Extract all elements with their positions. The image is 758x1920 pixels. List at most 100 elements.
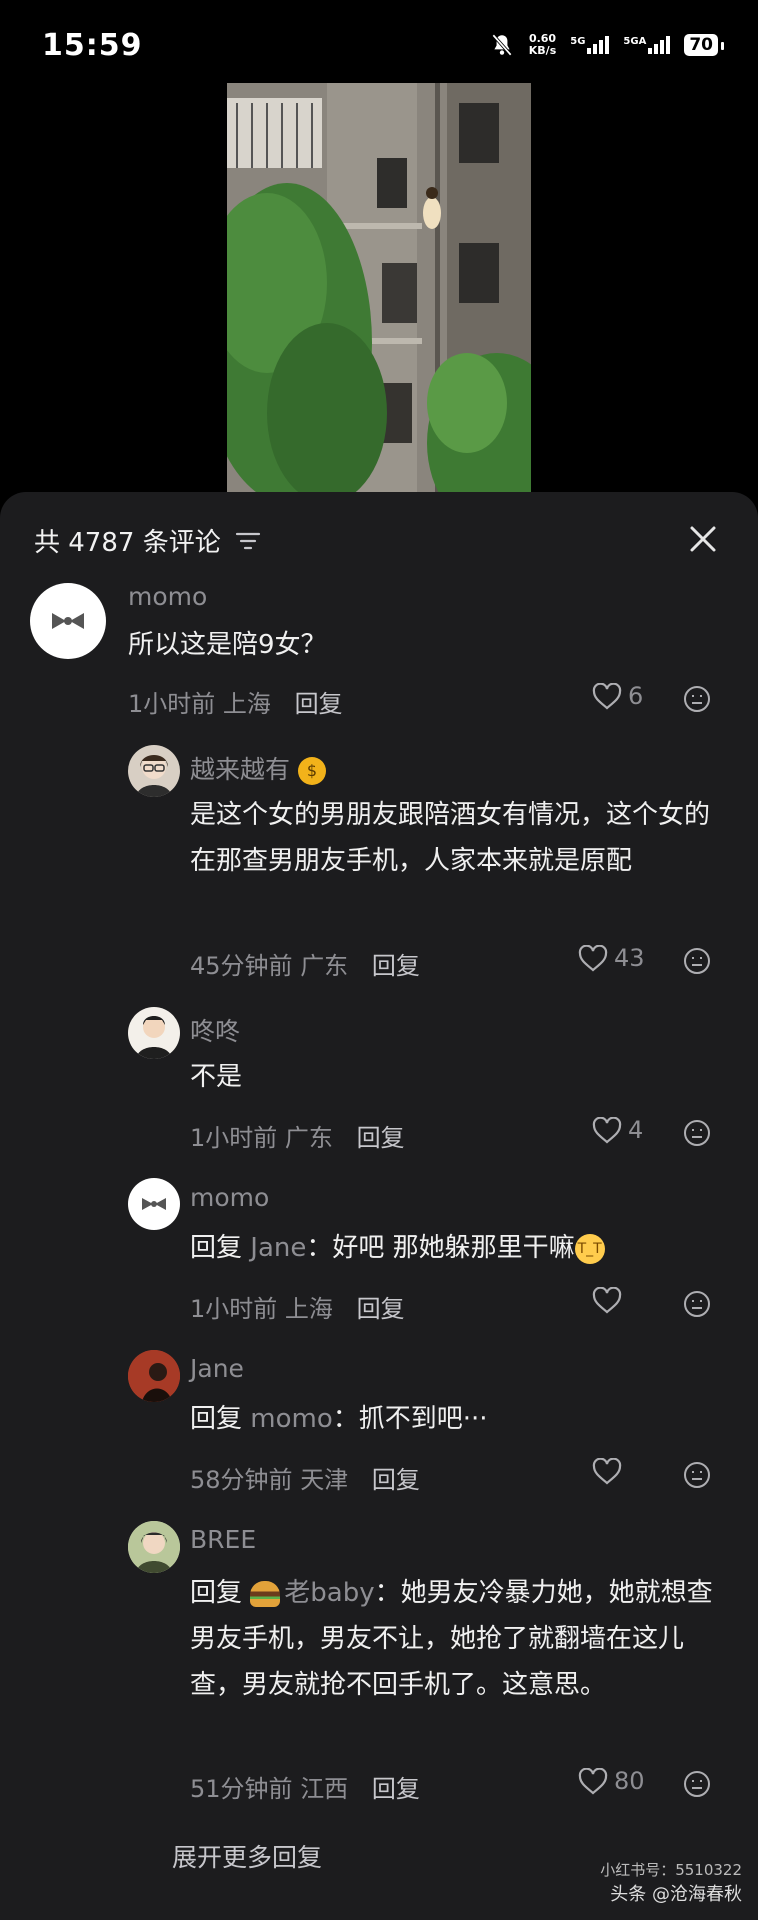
comment-location: 广东 [284, 1124, 333, 1152]
reply-prefix: 回复 [190, 1578, 243, 1608]
reply-button[interactable]: 回复 [372, 1775, 420, 1803]
user-photo-icon [136, 1016, 172, 1059]
reply-button[interactable]: 回复 [295, 690, 343, 718]
reply-button[interactable]: 回复 [372, 952, 420, 980]
heart-icon [592, 682, 622, 709]
comment-location: 江西 [300, 1775, 349, 1803]
comment-username[interactable]: Jane [190, 1354, 244, 1383]
signal-bars-icon [648, 36, 671, 54]
reply-target-user[interactable]: 老baby [284, 1578, 374, 1608]
bow-tie-icon [52, 613, 84, 629]
like-button[interactable] [592, 1287, 622, 1314]
signal-bars-icon [587, 36, 610, 54]
network-speed: 0.60 KB/s [529, 33, 556, 57]
heart-icon [592, 1116, 622, 1143]
dislike-face-icon[interactable] [682, 1460, 712, 1490]
comment-time: 1小时前 [128, 690, 216, 718]
like-button[interactable] [592, 1458, 622, 1485]
reply-button[interactable]: 回复 [372, 1466, 420, 1494]
heart-icon [578, 944, 608, 971]
comment-meta: 51分钟前 江西 回复 [190, 1769, 420, 1804]
reply-target-user[interactable]: Jane [250, 1233, 306, 1263]
comment-time: 51分钟前 [190, 1775, 293, 1803]
watermark: 小红书号：5510322 头条 @沧海春秋 [600, 1859, 742, 1906]
avatar[interactable] [128, 1521, 180, 1573]
status-time: 15:59 [42, 28, 143, 63]
comment-username[interactable]: BREE [190, 1525, 256, 1554]
burger-icon [250, 1580, 281, 1607]
avatar[interactable] [30, 583, 106, 659]
comment-text: 回复 老baby：她男友冷暴力她，她就想查男友手机，男友不让，她抢了就翻墙在这儿… [190, 1578, 713, 1700]
network-speed-unit: KB/s [528, 44, 557, 57]
sim2-label: 5GA [623, 36, 647, 47]
expand-more-replies-button[interactable]: 展开更多回复 [172, 1838, 322, 1874]
dislike-face-icon[interactable] [682, 1769, 712, 1799]
comment-body: 好吧 那她躲那里干嘛 [332, 1233, 575, 1263]
user-photo-icon [136, 755, 172, 797]
like-button[interactable]: 43 [578, 944, 645, 972]
comment-time: 58分钟前 [190, 1466, 293, 1494]
comment-text: 回复 Jane：好吧 那她躲那里干嘛 T_T [190, 1225, 730, 1271]
comment-count-title: 共 4787 条评论 [34, 528, 221, 558]
watermark-line2: 头条 @沧海春秋 [610, 1884, 742, 1905]
comment-meta: 1小时前 广东 回复 [190, 1118, 405, 1153]
signal-sim1: 5G [570, 36, 610, 54]
reply-button[interactable]: 回复 [357, 1124, 405, 1152]
close-icon[interactable] [688, 524, 718, 554]
reply-button[interactable]: 回复 [357, 1295, 405, 1323]
avatar[interactable] [128, 745, 180, 797]
status-icons: 0.60 KB/s 5G 5GA 70 [489, 32, 724, 58]
comment-username[interactable]: 越来越有 $ [190, 750, 326, 786]
dislike-face-icon[interactable] [682, 1118, 712, 1148]
user-photo-icon [128, 1350, 180, 1402]
dislike-face-icon[interactable] [682, 684, 712, 714]
comment-location: 广东 [300, 952, 349, 980]
comment-location: 上海 [284, 1295, 333, 1323]
comment-username[interactable]: 咚咚 [190, 1012, 240, 1048]
reply-target-user[interactable]: momo [250, 1404, 332, 1434]
comment-time: 1小时前 [190, 1124, 278, 1152]
video-player[interactable] [227, 83, 531, 493]
battery-icon: 70 [684, 34, 724, 56]
avatar[interactable] [128, 1178, 180, 1230]
mute-bell-icon [491, 34, 512, 56]
comment-time: 45分钟前 [190, 952, 293, 980]
reply-prefix: 回复 [190, 1233, 243, 1263]
comment-meta: 1小时前 上海 回复 [190, 1289, 405, 1324]
watermark-line1: 小红书号：5510322 [600, 1861, 742, 1879]
like-button[interactable]: 80 [578, 1767, 645, 1795]
avatar[interactable] [128, 1007, 180, 1059]
comment-meta: 1小时前 上海 回复 [128, 684, 343, 719]
bow-tie-icon [142, 1198, 166, 1210]
comment-username[interactable]: momo [190, 1183, 269, 1212]
like-button[interactable]: 4 [592, 1116, 643, 1144]
sort-filter-icon[interactable] [235, 530, 261, 552]
comment-text: 是这个女的男朋友跟陪酒女有情况，这个女的在那查男朋友手机，人家本来就是原配 [190, 800, 711, 876]
avatar[interactable] [128, 1350, 180, 1402]
comment-time: 1小时前 [190, 1295, 278, 1323]
comment-text: 不是 [190, 1062, 243, 1092]
comment-meta: 45分钟前 广东 回复 [190, 946, 420, 981]
comment-text: 回复 momo：抓不到吧··· [190, 1404, 488, 1434]
comment-username[interactable]: momo [128, 582, 207, 611]
reply-prefix: 回复 [190, 1404, 243, 1434]
like-count: 43 [614, 944, 645, 972]
like-button[interactable]: 6 [592, 682, 643, 710]
like-count: 80 [614, 1767, 645, 1795]
heart-icon [592, 1458, 622, 1485]
user-photo-icon [128, 1521, 180, 1573]
crying-face-icon: T_T [574, 1233, 605, 1264]
like-count: 6 [628, 682, 644, 710]
signal-sim2: 5GA [623, 36, 671, 54]
dislike-face-icon[interactable] [682, 946, 712, 976]
money-bag-icon: $ [297, 757, 326, 785]
like-count: 4 [628, 1116, 644, 1144]
comment-location: 上海 [222, 690, 271, 718]
comment-text: 所以这是陪9女？ [128, 630, 327, 660]
heart-icon [578, 1767, 608, 1794]
comment-meta: 58分钟前 天津 回复 [190, 1460, 420, 1495]
dislike-face-icon[interactable] [682, 1289, 712, 1319]
building-scene-image [227, 83, 531, 493]
comment-body: 抓不到吧··· [358, 1404, 488, 1434]
sim1-label: 5G [570, 36, 586, 47]
